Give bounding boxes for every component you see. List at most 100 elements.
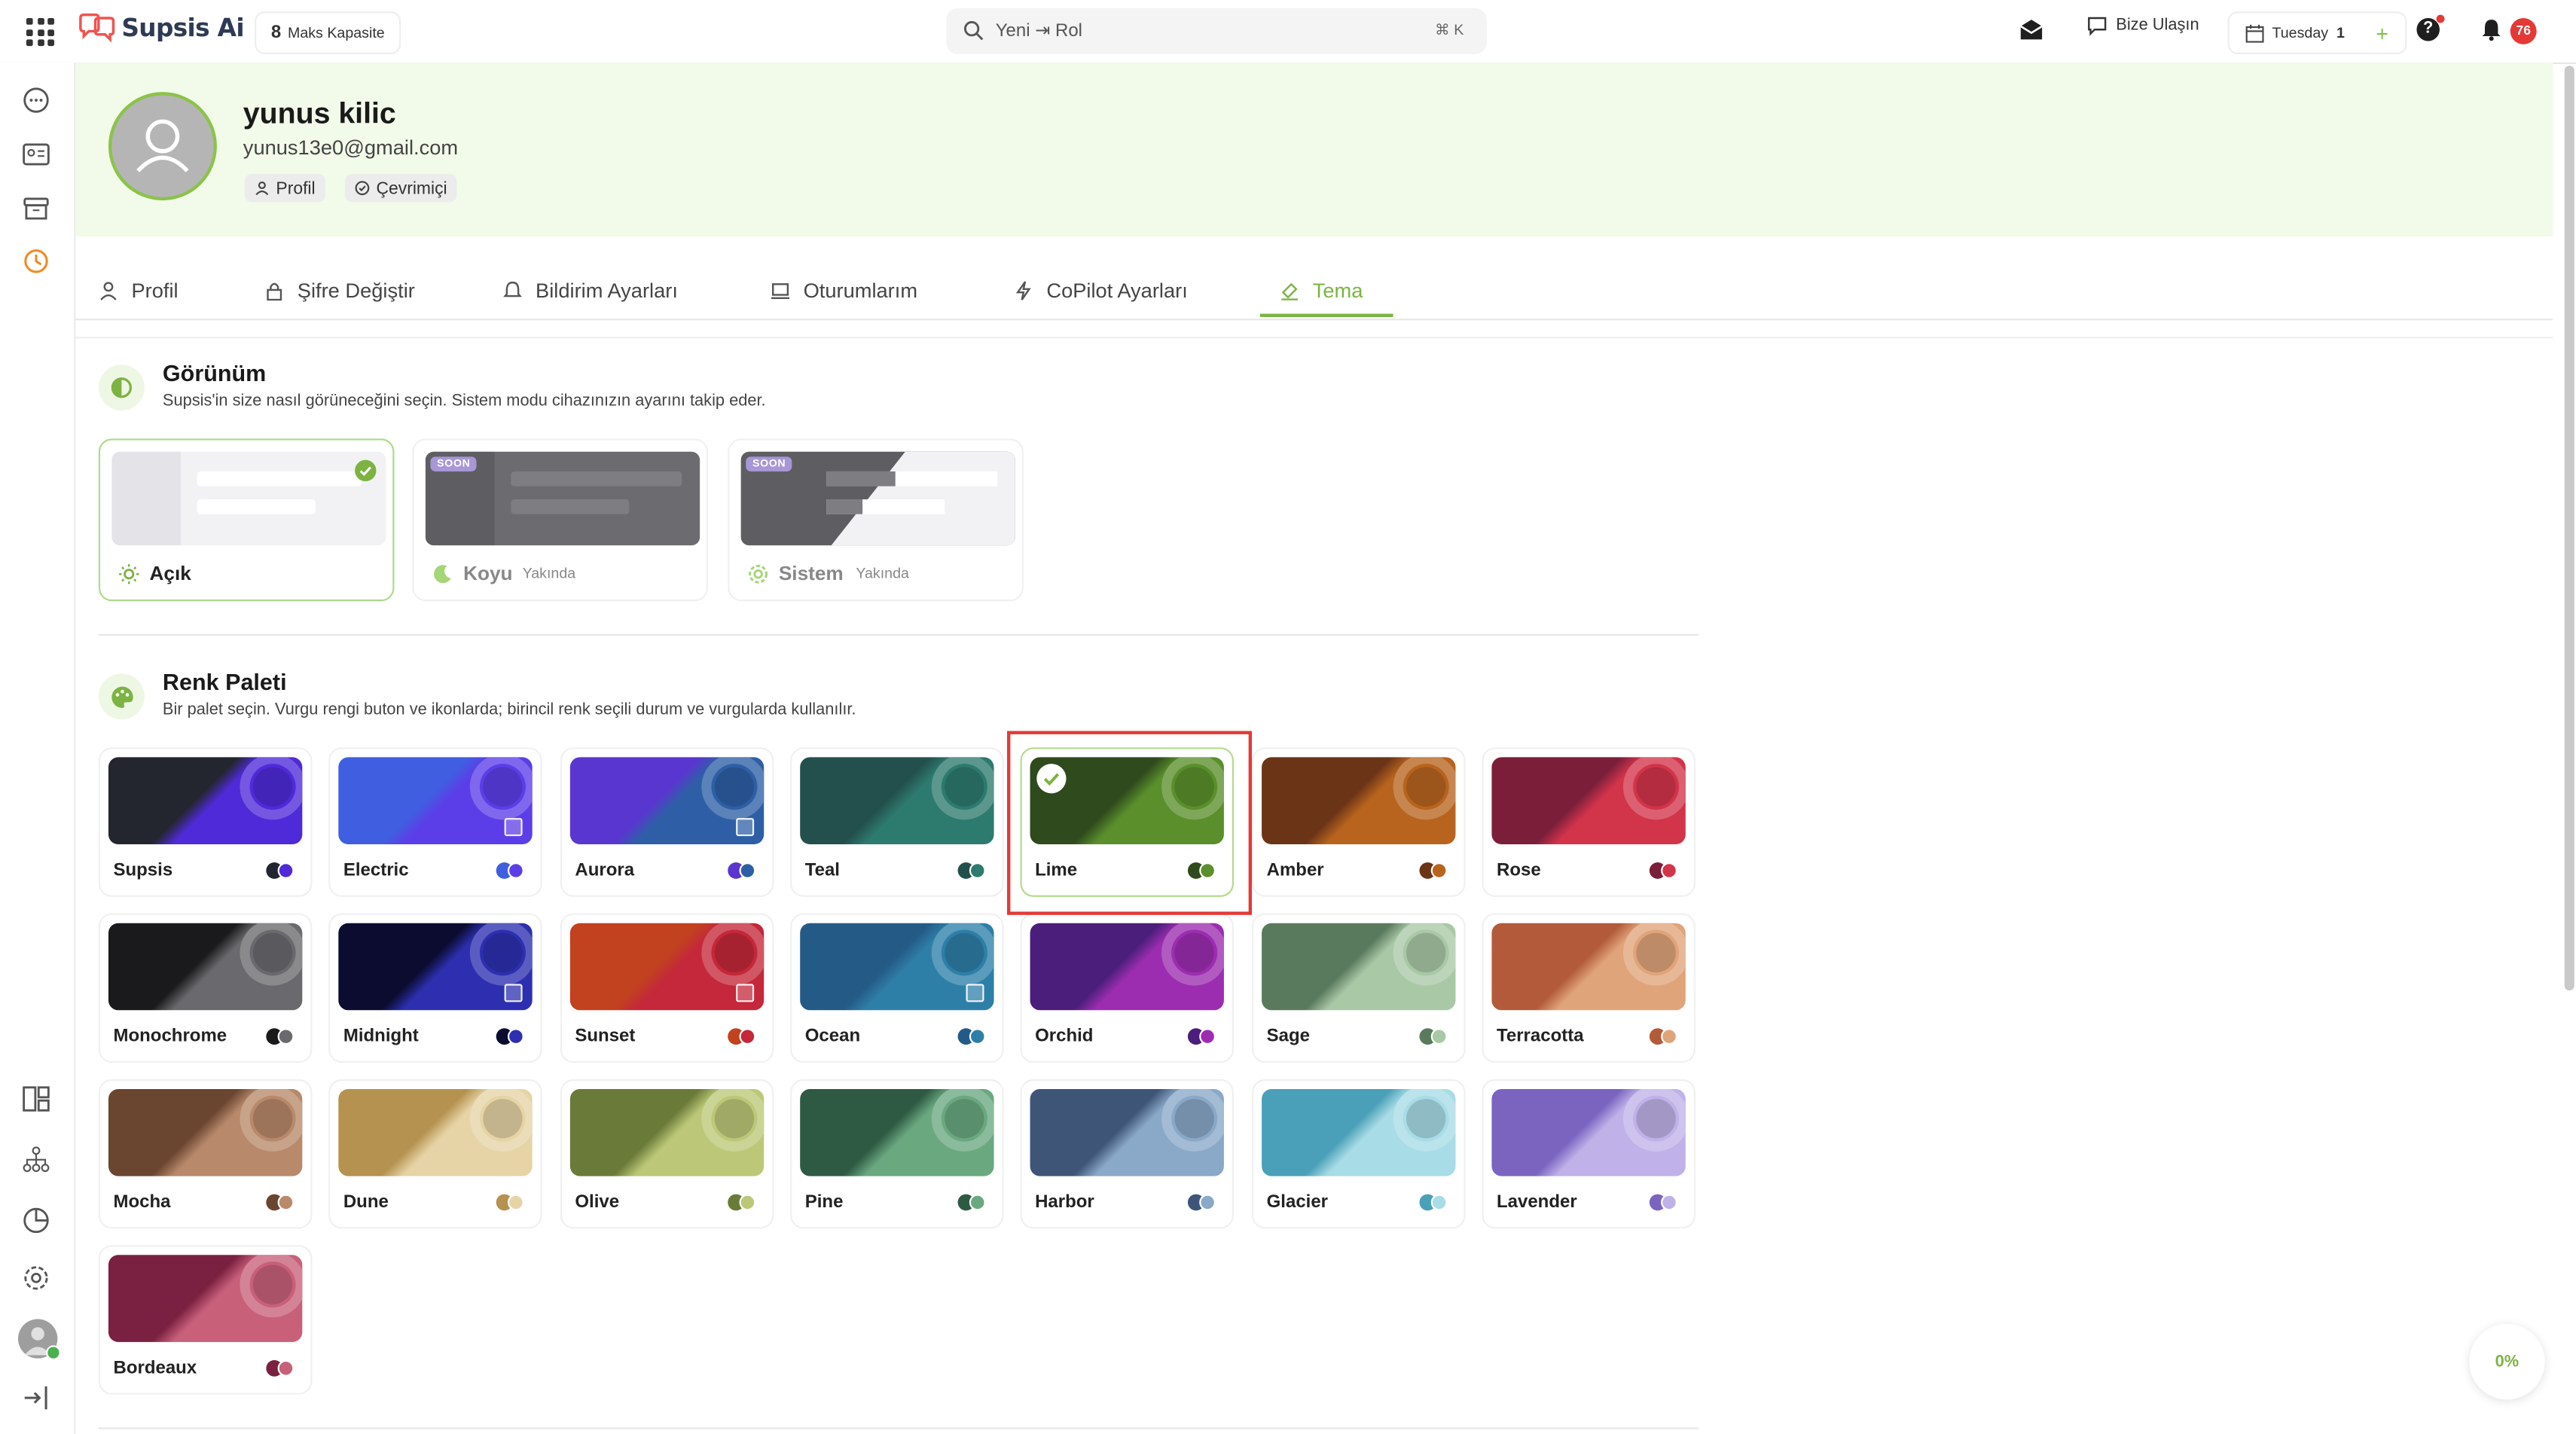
contact-us-button[interactable]: Bize Ulaşın (2086, 15, 2199, 36)
analytics-icon[interactable] (21, 1206, 50, 1235)
lightning-icon (1015, 280, 1031, 300)
palette-color-dots (1649, 862, 1679, 879)
apps-grid-icon[interactable] (26, 17, 54, 47)
tab-profile-label: Profil (131, 278, 179, 302)
palette-card-teal[interactable]: Teal (790, 747, 1004, 897)
palette-card-monochrome[interactable]: Monochrome (98, 913, 313, 1063)
grid-pattern-icon (504, 984, 523, 1002)
scrollbar[interactable] (2564, 66, 2574, 991)
dark-mode-preview: SOON (425, 451, 700, 546)
sun-icon (119, 564, 139, 584)
palette-card-pine[interactable]: Pine (790, 1079, 1004, 1229)
search-bar[interactable]: Yeni ⇥ Rol ⌘ K (946, 8, 1487, 54)
archive-icon[interactable] (21, 194, 50, 223)
palette-card-orchid[interactable]: Orchid (1020, 913, 1235, 1063)
palette-card-terracotta[interactable]: Terracotta (1482, 913, 1695, 1063)
org-chart-icon[interactable] (21, 1145, 50, 1174)
palette-name: Harbor (1035, 1192, 1094, 1213)
progress-indicator[interactable]: 0% (2469, 1323, 2545, 1400)
mode-label-light: Açık (149, 561, 191, 585)
history-icon[interactable] (21, 246, 50, 276)
palette-color-dots (266, 1359, 295, 1377)
content-divider (75, 337, 2553, 339)
palette-card-mocha[interactable]: Mocha (98, 1079, 313, 1229)
bell-icon (503, 280, 522, 297)
palette-name: Monochrome (113, 1027, 227, 1047)
selection-highlight-box (1007, 731, 1253, 915)
palette-color-dots (728, 1028, 757, 1045)
palette-color-dots (1187, 1028, 1217, 1045)
paint-brush-icon (1281, 282, 1299, 300)
palette-description: Bir palet seçin. Vurgu rengi buton ve ik… (162, 701, 856, 720)
palette-card-amber[interactable]: Amber (1252, 747, 1466, 897)
palette-card-sage[interactable]: Sage (1252, 913, 1466, 1063)
contacts-icon[interactable] (21, 139, 50, 169)
search-placeholder: Yeni ⇥ Rol (995, 21, 1083, 41)
tab-notification-settings[interactable]: Bildirim Ayarları (502, 263, 678, 317)
palette-card-ocean[interactable]: Ocean (790, 913, 1004, 1063)
capacity-badge[interactable]: 8 Maks Kapasite (255, 11, 401, 54)
date-number: 1 (2336, 24, 2345, 41)
notification-count-badge[interactable]: 76 (2510, 17, 2537, 44)
palette-color-dots (266, 862, 295, 879)
messages-icon[interactable] (21, 85, 50, 114)
help-icon[interactable]: ? (2416, 17, 2440, 41)
date-selector[interactable]: Tuesday 1 + (2227, 11, 2407, 54)
tab-copilot-settings[interactable]: CoPilot Ayarları (1014, 263, 1188, 317)
top-bar: Supsis Ai 8 Maks Kapasite Yeni ⇥ Rol ⌘ K… (0, 0, 2576, 65)
palette-swatch (1262, 1088, 1456, 1176)
mode-card-dark[interactable]: SOON Koyu Yakında (412, 438, 709, 602)
status-badge-label: Çevrimiçi (376, 178, 447, 198)
mode-card-light[interactable]: Açık (98, 438, 395, 602)
palette-card-bordeaux[interactable]: Bordeaux (98, 1245, 313, 1395)
palette-card-harbor[interactable]: Harbor (1020, 1079, 1235, 1229)
mode-note-dark: Yakında (522, 565, 576, 582)
palette-card-electric[interactable]: Electric (328, 747, 542, 897)
palette-color-dots (1419, 1028, 1448, 1045)
palette-card-glacier[interactable]: Glacier (1252, 1079, 1466, 1229)
app-logo[interactable]: Supsis Ai (78, 13, 245, 43)
palette-card-sunset[interactable]: Sunset (560, 913, 774, 1063)
palette-name: Ocean (804, 1027, 861, 1047)
section-divider (98, 633, 1699, 636)
mode-card-system[interactable]: SOON Sistem Yakında (728, 438, 1024, 602)
palette-card-olive[interactable]: Olive (560, 1079, 774, 1229)
palette-card-midnight[interactable]: Midnight (328, 913, 542, 1063)
palette-swatch (1491, 1088, 1686, 1176)
palette-name: Mocha (113, 1192, 171, 1213)
palette-name: Lavender (1497, 1192, 1577, 1213)
inbox-icon[interactable] (2019, 18, 2044, 43)
system-mode-preview: SOON (740, 451, 1015, 546)
tab-change-password[interactable]: Şifre Değiştir (264, 263, 415, 317)
palette-card-dune[interactable]: Dune (328, 1079, 542, 1229)
profile-avatar[interactable] (108, 92, 217, 201)
mode-label-dark: Koyu (463, 561, 513, 585)
soon-tag: SOON (430, 456, 478, 471)
profile-name: yunus kilic (243, 96, 396, 130)
palette-swatch (1491, 923, 1686, 1011)
tab-theme[interactable]: Tema (1280, 263, 1363, 317)
logout-icon[interactable] (21, 1383, 50, 1412)
dashboard-layout-icon[interactable] (21, 1084, 50, 1113)
online-status-dot (46, 1345, 61, 1360)
check-circle-icon (355, 181, 370, 196)
palette-card-lavender[interactable]: Lavender (1482, 1079, 1695, 1229)
palette-card-aurora[interactable]: Aurora (560, 747, 774, 897)
palette-name: Electric (343, 860, 409, 881)
palette-swatch (108, 923, 303, 1011)
palette-name: Amber (1266, 860, 1324, 881)
role-badge: Profil (244, 174, 325, 203)
palette-swatch (1262, 923, 1456, 1011)
tab-sessions[interactable]: Oturumlarım (771, 263, 917, 317)
tab-copilot-settings-label: CoPilot Ayarları (1046, 278, 1188, 302)
palette-card-supsis[interactable]: Supsis (98, 747, 313, 897)
add-icon[interactable]: + (2376, 20, 2388, 45)
palette-name: Rose (1497, 860, 1541, 881)
tab-theme-label: Tema (1312, 278, 1363, 302)
palette-card-rose[interactable]: Rose (1482, 747, 1695, 897)
settings-gear-icon[interactable] (21, 1263, 50, 1292)
tab-profile[interactable]: Profil (99, 263, 179, 317)
active-tab-indicator (1259, 313, 1393, 317)
moon-icon (434, 565, 451, 584)
bell-icon[interactable] (2480, 18, 2501, 41)
